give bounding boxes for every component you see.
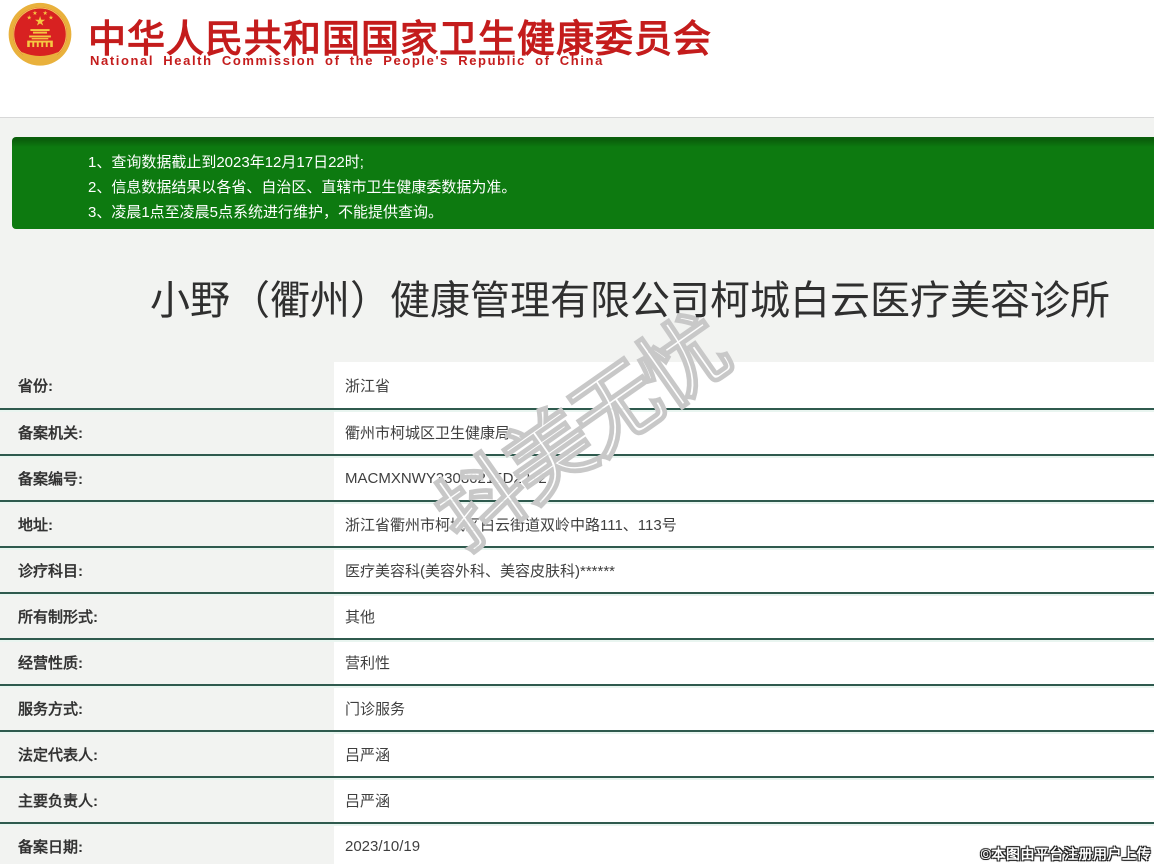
svg-text:★: ★ bbox=[32, 10, 37, 17]
table-row: 服务方式: 门诊服务 bbox=[0, 684, 1154, 730]
row-label: 经营性质: bbox=[0, 640, 334, 684]
table-row: 地址: 浙江省衢州市柯城区白云街道双岭中路111、113号 bbox=[0, 500, 1154, 546]
row-value: 其他 bbox=[334, 594, 1154, 638]
row-label: 所有制形式: bbox=[0, 594, 334, 638]
copyright-stamp: ©本图由平台注册用户上传 bbox=[980, 846, 1151, 862]
row-value: 吕严涵 bbox=[334, 732, 1154, 776]
row-value: 门诊服务 bbox=[334, 686, 1154, 730]
site-brand: ★ ★ ★ ★ ★ 中华人民共和国国家卫生健康委员会 National Heal… bbox=[0, 0, 775, 70]
china-national-emblem-icon: ★ ★ ★ ★ ★ bbox=[8, 2, 72, 66]
table-row: 备案编号: MACMXNWY33080215D2212 bbox=[0, 454, 1154, 500]
table-row: 省份: 浙江省 bbox=[0, 362, 1154, 408]
row-value: 营利性 bbox=[334, 640, 1154, 684]
row-value: 衢州市柯城区卫生健康局 bbox=[334, 410, 1154, 454]
row-label: 地址: bbox=[0, 502, 334, 546]
table-row: 经营性质: 营利性 bbox=[0, 638, 1154, 684]
record-table: 省份: 浙江省 备案机关: 衢州市柯城区卫生健康局 备案编号: MACMXNWY… bbox=[0, 362, 1154, 864]
page-title: 小野（衢州）健康管理有限公司柯城白云医疗美容诊所 bbox=[150, 279, 1110, 323]
svg-text:★: ★ bbox=[27, 14, 32, 21]
table-row: 主要负责人: 吕严涵 bbox=[0, 776, 1154, 822]
svg-text:★: ★ bbox=[43, 10, 48, 17]
notice-line-1: 1、查询数据截止到2023年12月17日22时; bbox=[88, 154, 364, 171]
site-title-en: National Health Commission of the People… bbox=[90, 53, 604, 68]
row-value: 吕严涵 bbox=[334, 778, 1154, 822]
row-label: 备案编号: bbox=[0, 456, 334, 500]
row-label: 诊疗科目: bbox=[0, 548, 334, 592]
row-value: MACMXNWY33080215D2212 bbox=[334, 456, 1154, 500]
table-row: 所有制形式: 其他 bbox=[0, 592, 1154, 638]
table-row: 备案机关: 衢州市柯城区卫生健康局 bbox=[0, 408, 1154, 454]
notice-line-2: 2、信息数据结果以各省、自治区、直辖市卫生健康委数据为准。 bbox=[88, 179, 517, 196]
page: ★ ★ ★ ★ ★ 中华人民共和国国家卫生健康委员会 National Heal… bbox=[0, 0, 1154, 864]
row-label: 主要负责人: bbox=[0, 778, 334, 822]
row-value: 浙江省衢州市柯城区白云街道双岭中路111、113号 bbox=[334, 502, 1154, 546]
row-label: 法定代表人: bbox=[0, 732, 334, 776]
table-row: 诊疗科目: 医疗美容科(美容外科、美容皮肤科)****** bbox=[0, 546, 1154, 592]
notice-line-3: 3、凌晨1点至凌晨5点系统进行维护，不能提供查询。 bbox=[88, 204, 444, 221]
row-label: 服务方式: bbox=[0, 686, 334, 730]
notice-banner: 1、查询数据截止到2023年12月17日22时; 2、信息数据结果以各省、自治区… bbox=[12, 137, 1154, 229]
row-value: 医疗美容科(美容外科、美容皮肤科)****** bbox=[334, 548, 1154, 592]
site-header: ★ ★ ★ ★ ★ 中华人民共和国国家卫生健康委员会 National Heal… bbox=[0, 0, 1154, 118]
row-label: 省份: bbox=[18, 377, 53, 395]
row-label: 备案机关: bbox=[0, 410, 334, 454]
table-row: 法定代表人: 吕严涵 bbox=[0, 730, 1154, 776]
svg-text:★: ★ bbox=[48, 14, 53, 21]
row-value: 浙江省 bbox=[334, 362, 1154, 408]
row-label: 备案日期: bbox=[0, 824, 334, 864]
